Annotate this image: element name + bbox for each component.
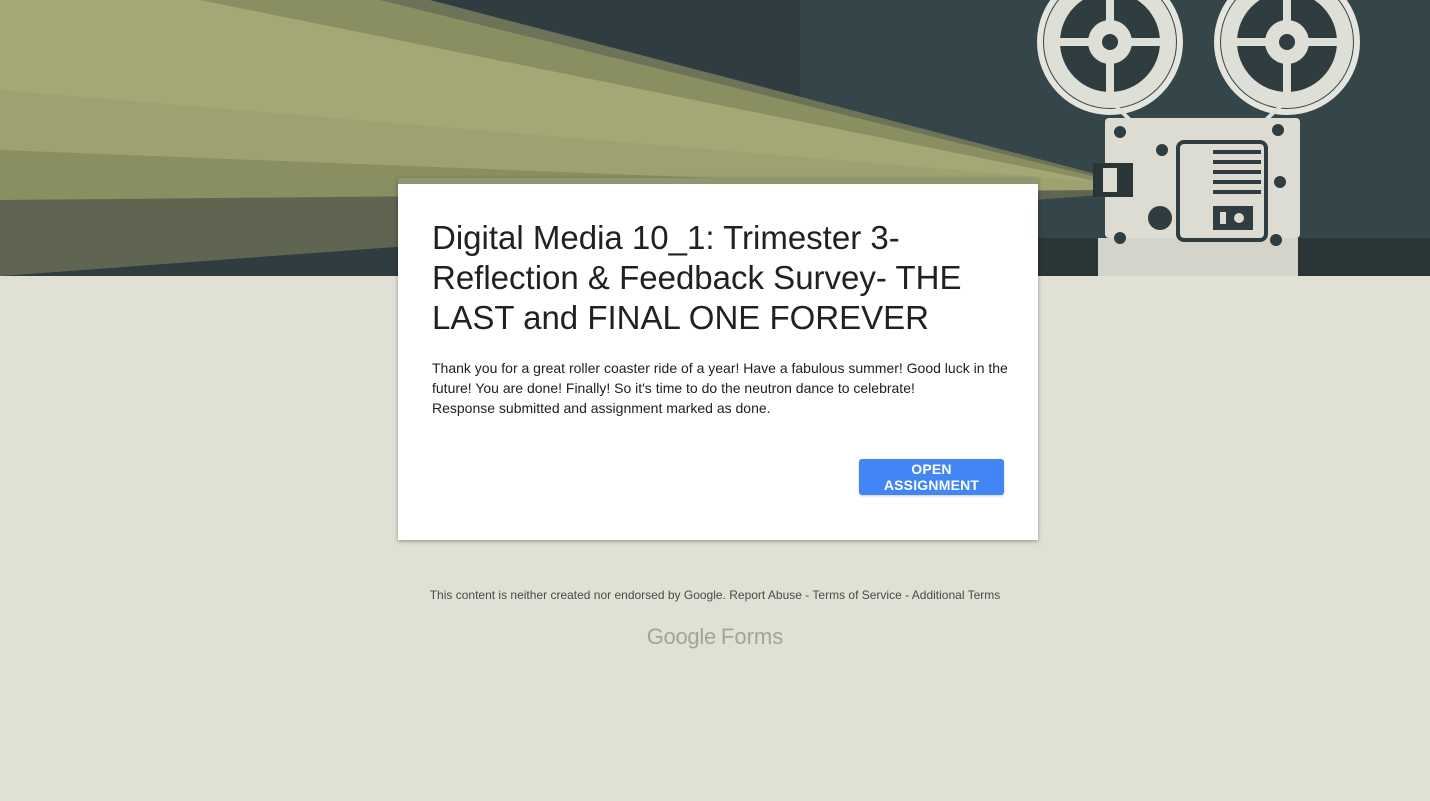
footer-disclaimer: This content is neither created nor endo… — [0, 587, 1430, 603]
separator: - — [801, 588, 813, 602]
google-wordmark: Google — [646, 624, 716, 649]
open-assignment-button[interactable]: OPEN ASSIGNMENT — [859, 459, 1004, 495]
additional-terms-link[interactable]: Additional Terms — [912, 588, 1001, 602]
card-accent-bar — [398, 178, 1038, 184]
separator: - — [901, 588, 912, 602]
description-text: Thank you for a great roller coaster rid… — [432, 360, 1008, 396]
forms-wordmark: Forms — [720, 624, 784, 649]
report-abuse-link[interactable]: Report Abuse — [729, 588, 802, 602]
google-forms-logo[interactable]: Google Forms — [0, 622, 1430, 652]
confirmation-text: Response submitted and assignment marked… — [432, 400, 771, 416]
disclaimer-text: This content is neither created nor endo… — [429, 588, 730, 602]
terms-of-service-link[interactable]: Terms of Service — [812, 588, 901, 602]
form-description: Thank you for a great roller coaster rid… — [432, 358, 1012, 418]
form-title: Digital Media 10_1: Trimester 3- Reflect… — [432, 219, 962, 336]
form-card: Digital Media 10_1: Trimester 3- Reflect… — [398, 178, 1038, 540]
